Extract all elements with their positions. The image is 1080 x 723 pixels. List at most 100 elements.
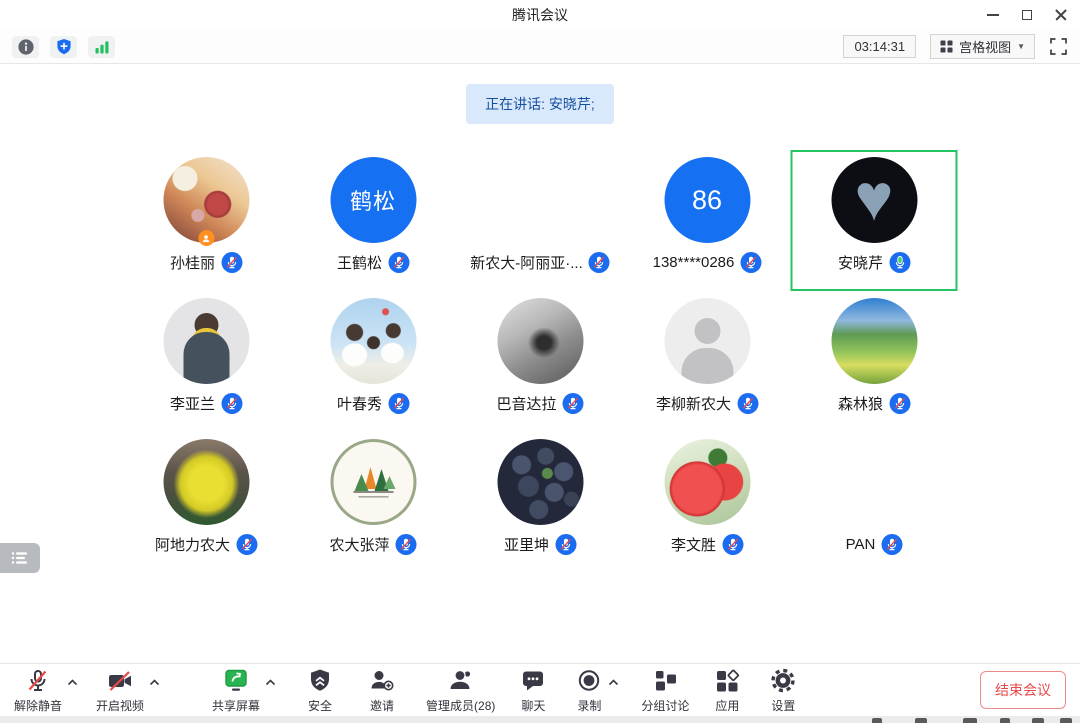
meeting-info-button[interactable] (12, 36, 39, 58)
speaking-banner-wrap: 正在讲话: 安晓芹; (0, 84, 1080, 124)
participant-tile[interactable]: PAN (791, 432, 958, 573)
bottom-toolbar: 解除静音 开启视频 (0, 663, 1080, 716)
participant-name: 安晓芹 (838, 252, 883, 273)
fullscreen-icon (1049, 37, 1068, 56)
record-options-chevron[interactable] (608, 679, 619, 686)
mic-muted-icon (563, 393, 584, 414)
security-shield-icon (306, 667, 334, 696)
toolbar-item-label: 邀请 (370, 697, 394, 714)
breakout-rooms-button[interactable]: 分组讨论 (641, 667, 689, 714)
toolbar-item-label: 解除静音 (14, 697, 62, 714)
minimize-button[interactable] (976, 0, 1010, 30)
participant-tile[interactable]: 巴音达拉 (457, 291, 624, 432)
end-meeting-button[interactable]: 结束会议 (980, 671, 1066, 709)
top-toolbar: 03:14:31 宫格视图 ▼ (0, 30, 1080, 64)
camera-off-icon (106, 667, 134, 696)
participant-tile[interactable]: 森林狼 (791, 291, 958, 432)
network-signal-icon (93, 38, 111, 56)
participant-name: 孙桂丽 (170, 252, 215, 273)
mic-muted-icon (889, 393, 910, 414)
mic-active-icon (889, 252, 910, 273)
participant-name: 农大张萍 (329, 534, 389, 555)
top-toolbar-right: 03:14:31 宫格视图 ▼ (843, 34, 1068, 59)
participant-tile[interactable]: 李文胜 (624, 432, 791, 573)
participant-name: 亚里坤 (504, 534, 549, 555)
chevron-up-icon (149, 679, 160, 686)
security-button[interactable]: 安全 (306, 667, 334, 714)
agenda-panel-toggle[interactable] (0, 543, 40, 573)
participant-tile[interactable]: 农大张萍 (290, 432, 457, 573)
participant-tile[interactable]: 亚里坤 (457, 432, 624, 573)
avatar (163, 439, 249, 525)
view-switch-label: 宫格视图 (959, 37, 1011, 56)
share-screen-button[interactable]: 共享屏幕 (212, 667, 260, 714)
participant-tile[interactable]: 新农大-阿丽亚·... (457, 150, 624, 291)
start-video-button[interactable]: 开启视频 (96, 667, 144, 714)
top-toolbar-left (12, 36, 115, 58)
settings-button[interactable]: 设置 (769, 667, 797, 714)
meeting-timer: 03:14:31 (843, 35, 916, 58)
window-title: 腾讯会议 (512, 5, 568, 25)
record-button[interactable]: 录制 (575, 667, 603, 714)
close-button[interactable] (1044, 0, 1078, 30)
avatar (497, 157, 583, 243)
unmute-options-chevron[interactable] (67, 679, 78, 686)
participant-name: 森林狼 (838, 393, 883, 414)
participant-tile[interactable]: 李亚兰 (123, 291, 290, 432)
participant-tile[interactable]: 叶春秀 (290, 291, 457, 432)
window-titlebar: 腾讯会议 (0, 0, 1080, 30)
settings-gear-icon (769, 667, 797, 696)
mic-muted-icon (881, 534, 902, 555)
participant-grid: 孙桂丽 鹤松 王鹤松 新农大-阿丽亚·... 86 138****0286 ♥ … (123, 150, 958, 573)
mic-muted-icon (396, 534, 417, 555)
background-window-strip (0, 716, 1080, 723)
manage-members-button[interactable]: 管理成员(28) (426, 667, 495, 714)
unmute-button[interactable]: 解除静音 (14, 667, 62, 714)
toolbar-item-label: 聊天 (521, 697, 545, 714)
trees-logo-icon (345, 454, 401, 510)
participant-tile[interactable]: 鹤松 王鹤松 (290, 150, 457, 291)
invite-person-icon (368, 667, 396, 696)
toolbar-item-label: 管理成员(28) (426, 697, 495, 714)
participant-tile[interactable]: 李柳新农大 (624, 291, 791, 432)
participant-tile[interactable]: 阿地力农大 (123, 432, 290, 573)
mic-muted-icon (236, 534, 257, 555)
avatar (831, 439, 917, 525)
chat-button[interactable]: 聊天 (519, 667, 547, 714)
participant-tile[interactable]: 孙桂丽 (123, 150, 290, 291)
invite-button[interactable]: 邀请 (368, 667, 396, 714)
fullscreen-button[interactable] (1049, 37, 1068, 56)
agenda-list-icon (11, 551, 29, 565)
participant-name: 138****0286 (653, 254, 735, 271)
avatar-default-silhouette (664, 298, 750, 384)
toolbar-item-label: 应用 (715, 697, 739, 714)
avatar (497, 298, 583, 384)
maximize-button[interactable] (1010, 0, 1044, 30)
window-controls (976, 0, 1078, 30)
participant-tile[interactable]: 86 138****0286 (624, 150, 791, 291)
mic-muted-icon (555, 534, 576, 555)
avatar-initials: 86 (692, 185, 722, 216)
apps-button[interactable]: 应用 (713, 667, 741, 714)
mic-muted-icon (221, 252, 242, 273)
network-quality-button[interactable] (88, 36, 115, 58)
breakout-rooms-icon (651, 667, 679, 696)
info-icon (17, 38, 35, 56)
meeting-protect-button[interactable] (50, 36, 77, 58)
chevron-up-icon (608, 679, 619, 686)
toolbar-item-label: 开启视频 (96, 697, 144, 714)
share-options-chevron[interactable] (265, 679, 276, 686)
participant-tile-active-speaker[interactable]: ♥ 安晓芹 (791, 150, 958, 291)
participant-name: 王鹤松 (337, 252, 382, 273)
apps-icon (713, 667, 741, 696)
mic-muted-icon (388, 252, 409, 273)
avatar (163, 157, 249, 243)
toolbar-item-label: 录制 (577, 697, 601, 714)
avatar (664, 439, 750, 525)
close-icon (1055, 9, 1067, 21)
toolbar-item-label: 安全 (308, 697, 332, 714)
view-switch-button[interactable]: 宫格视图 ▼ (930, 34, 1035, 59)
video-options-chevron[interactable] (149, 679, 160, 686)
avatar (163, 298, 249, 384)
caret-down-icon: ▼ (1017, 43, 1025, 51)
